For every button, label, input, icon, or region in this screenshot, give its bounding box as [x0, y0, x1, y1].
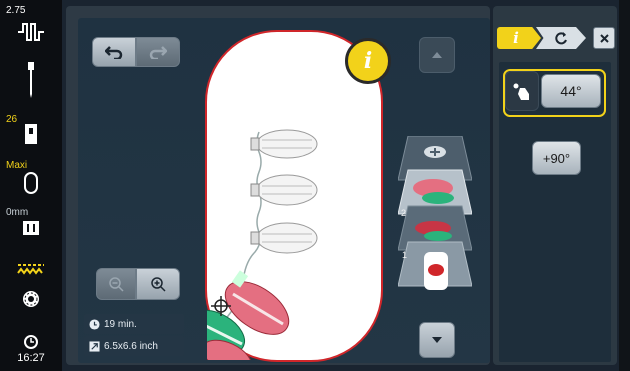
stitch-time: 19 min.	[84, 314, 184, 334]
stitch-pattern-icon[interactable]	[0, 20, 62, 49]
hoop-label: Maxi	[6, 160, 28, 171]
scroll-up-button[interactable]	[419, 37, 455, 73]
zoom-out-icon	[109, 277, 124, 292]
resize-icon	[89, 340, 100, 352]
bobbin-icon[interactable]	[0, 290, 62, 313]
needle-icon[interactable]	[0, 62, 62, 103]
rotate-gesture-icon[interactable]	[505, 71, 539, 111]
hoop-icon[interactable]	[0, 172, 62, 199]
zoom-out-button[interactable]	[96, 268, 136, 300]
zoom-in-icon	[151, 277, 166, 292]
right-edge	[619, 0, 630, 371]
zoom-in-button[interactable]	[136, 268, 180, 300]
layer-stack-graphic	[398, 136, 472, 290]
close-icon	[599, 33, 609, 43]
design-size: 6.5x6.6 inch	[84, 336, 184, 356]
stitch-time-value: 19 min.	[104, 318, 137, 330]
design-size-value: 6.5x6.6 inch	[104, 340, 158, 352]
scroll-down-button[interactable]	[419, 322, 455, 358]
undo-icon	[105, 46, 123, 59]
stitch-length-value: 2.75	[6, 5, 26, 16]
stitch-plate-icon[interactable]	[0, 220, 62, 241]
chevron-up-icon	[432, 52, 442, 58]
redo-icon	[149, 46, 167, 59]
tab-info-label: i	[513, 29, 519, 47]
rotate-icon	[555, 32, 567, 45]
clock-time: 16:27	[17, 352, 45, 364]
offset-value: 0mm	[6, 207, 29, 218]
embroidery-design	[189, 129, 318, 371]
tab-rotate[interactable]	[536, 27, 586, 49]
design-stats: 19 min. 6.5x6.6 inch	[84, 314, 184, 358]
rotate-90-button[interactable]: +90°	[532, 141, 581, 175]
tab-info[interactable]: i	[497, 27, 541, 49]
presser-foot-icon[interactable]	[0, 124, 62, 149]
close-button[interactable]	[593, 27, 615, 49]
layer-label-1: 1	[402, 250, 408, 260]
redo-button[interactable]	[136, 37, 180, 67]
status-sidebar: 2.75 26 Maxi 0mm 16:27	[0, 0, 62, 371]
layer-label-2: 2	[401, 208, 407, 218]
clock-icon	[89, 318, 100, 330]
info-button[interactable]: i	[345, 38, 391, 84]
undo-button[interactable]	[92, 37, 136, 67]
rotation-value[interactable]: 44°	[541, 74, 601, 108]
feed-dog-icon[interactable]	[0, 262, 62, 281]
chevron-down-icon	[432, 337, 442, 343]
